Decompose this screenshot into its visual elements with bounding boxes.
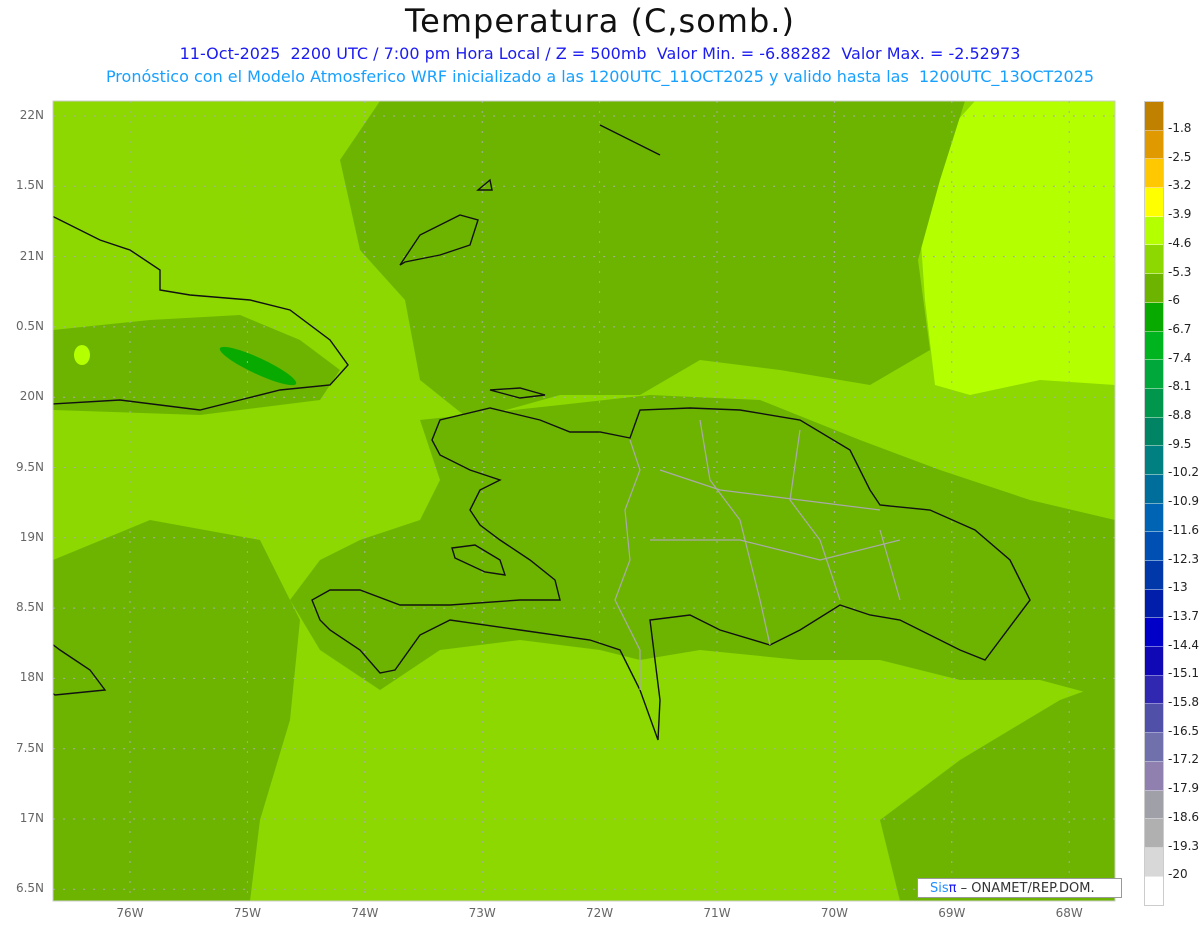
lat-tick-label: 0.5N	[15, 318, 44, 333]
field-warm-spot	[74, 345, 90, 365]
colorbar-label: -17.9	[1168, 781, 1200, 796]
colorbar	[1144, 101, 1164, 907]
lat-tick-label: 9.5N	[15, 459, 44, 474]
colorbar-label: -20	[1168, 867, 1188, 882]
colorbar-swatch	[1145, 761, 1163, 791]
lat-tick-label: 6.5N	[15, 881, 44, 896]
colorbar-label: -13	[1168, 580, 1188, 595]
colorbar-swatch	[1145, 561, 1163, 590]
colorbar-swatch	[1145, 188, 1163, 217]
colorbar-swatch	[1145, 360, 1163, 389]
colorbar-label: -19.3	[1168, 838, 1200, 853]
colorbar-swatch	[1145, 245, 1163, 275]
colorbar-label: -12.3	[1168, 551, 1200, 566]
colorbar-swatch	[1145, 331, 1163, 361]
colorbar-swatch	[1145, 675, 1163, 705]
credit-text: – ONAMET/REP.DOM.	[956, 881, 1095, 896]
colorbar-swatch	[1145, 417, 1163, 447]
lon-tick-label: 74W	[351, 906, 379, 920]
colorbar-label: -2.5	[1168, 149, 1192, 164]
lon-tick-label: 70W	[820, 906, 848, 920]
colorbar-swatch	[1145, 159, 1163, 189]
colorbar-label: -13.7	[1168, 608, 1200, 623]
colorbar-label: -17.2	[1168, 752, 1200, 767]
colorbar-label: -4.6	[1168, 235, 1192, 250]
sispi-logo-text: Sis	[930, 881, 949, 896]
lat-tick-label: 19N	[19, 529, 44, 544]
colorbar-label: -3.2	[1168, 178, 1192, 193]
colorbar-label: -5.3	[1168, 264, 1192, 279]
colorbar-label: -1.8	[1168, 121, 1192, 135]
lat-tick-label: 18N	[19, 670, 44, 685]
colorbar-swatch	[1145, 733, 1163, 762]
colorbar-swatch	[1145, 302, 1163, 332]
colorbar-swatch	[1145, 474, 1163, 504]
colorbar-swatch	[1145, 704, 1163, 734]
credit-box: Sisπ – ONAMET/REP.DOM.	[917, 878, 1122, 898]
colorbar-label: -10.2	[1168, 465, 1200, 480]
colorbar-swatch	[1145, 274, 1163, 303]
lon-tick-label: 69W	[938, 906, 966, 920]
lon-tick-label: 71W	[703, 906, 731, 920]
colorbar-label: -8.1	[1168, 379, 1192, 394]
lon-tick-label: 68W	[1055, 906, 1083, 920]
colorbar-swatch	[1145, 790, 1163, 820]
field-dark-region-north	[340, 101, 965, 420]
colorbar-label: -18.6	[1168, 809, 1200, 824]
colorbar-label: -7.4	[1168, 350, 1192, 365]
colorbar-swatch	[1145, 503, 1163, 533]
lat-tick-label: 7.5N	[15, 740, 44, 755]
colorbar-swatch	[1145, 532, 1163, 561]
colorbar-label: -16.5	[1168, 723, 1200, 738]
colorbar-swatch	[1145, 847, 1163, 877]
colorbar-swatch	[1145, 130, 1163, 160]
lat-tick-label: 20N	[19, 389, 44, 404]
lat-tick-label: 1.5N	[15, 178, 44, 193]
colorbar-label: -14.4	[1168, 637, 1200, 652]
temperature-map	[52, 100, 1116, 902]
lon-tick-label: 75W	[233, 906, 261, 920]
lon-tick-label: 76W	[116, 906, 144, 920]
colorbar-swatch	[1145, 876, 1163, 906]
colorbar-label: -6	[1168, 293, 1180, 308]
lat-tick-label: 21N	[19, 248, 44, 263]
lon-tick-label: 73W	[468, 906, 496, 920]
colorbar-label: -15.1	[1168, 666, 1200, 681]
colorbar-swatch	[1145, 388, 1163, 418]
lon-tick-label: 72W	[586, 906, 614, 920]
colorbar-label: -9.5	[1168, 436, 1192, 451]
colorbar-label: -15.8	[1168, 695, 1200, 709]
colorbar-swatch	[1145, 647, 1163, 676]
colorbar-swatch	[1145, 819, 1163, 848]
colorbar-swatch	[1145, 589, 1163, 619]
lat-tick-label: 8.5N	[15, 600, 44, 615]
colorbar-label: -6.7	[1168, 321, 1192, 336]
colorbar-label: -10.9	[1168, 494, 1200, 509]
colorbar-label: -11.6	[1168, 522, 1200, 537]
colorbar-swatch	[1145, 446, 1163, 475]
colorbar-swatch	[1145, 618, 1163, 648]
colorbar-swatch	[1145, 102, 1163, 131]
lat-tick-label: 22N	[19, 108, 44, 122]
colorbar-label: -8.8	[1168, 408, 1192, 422]
colorbar-label: -3.9	[1168, 207, 1192, 222]
lat-tick-label: 17N	[19, 811, 44, 825]
colorbar-swatch	[1145, 216, 1163, 246]
